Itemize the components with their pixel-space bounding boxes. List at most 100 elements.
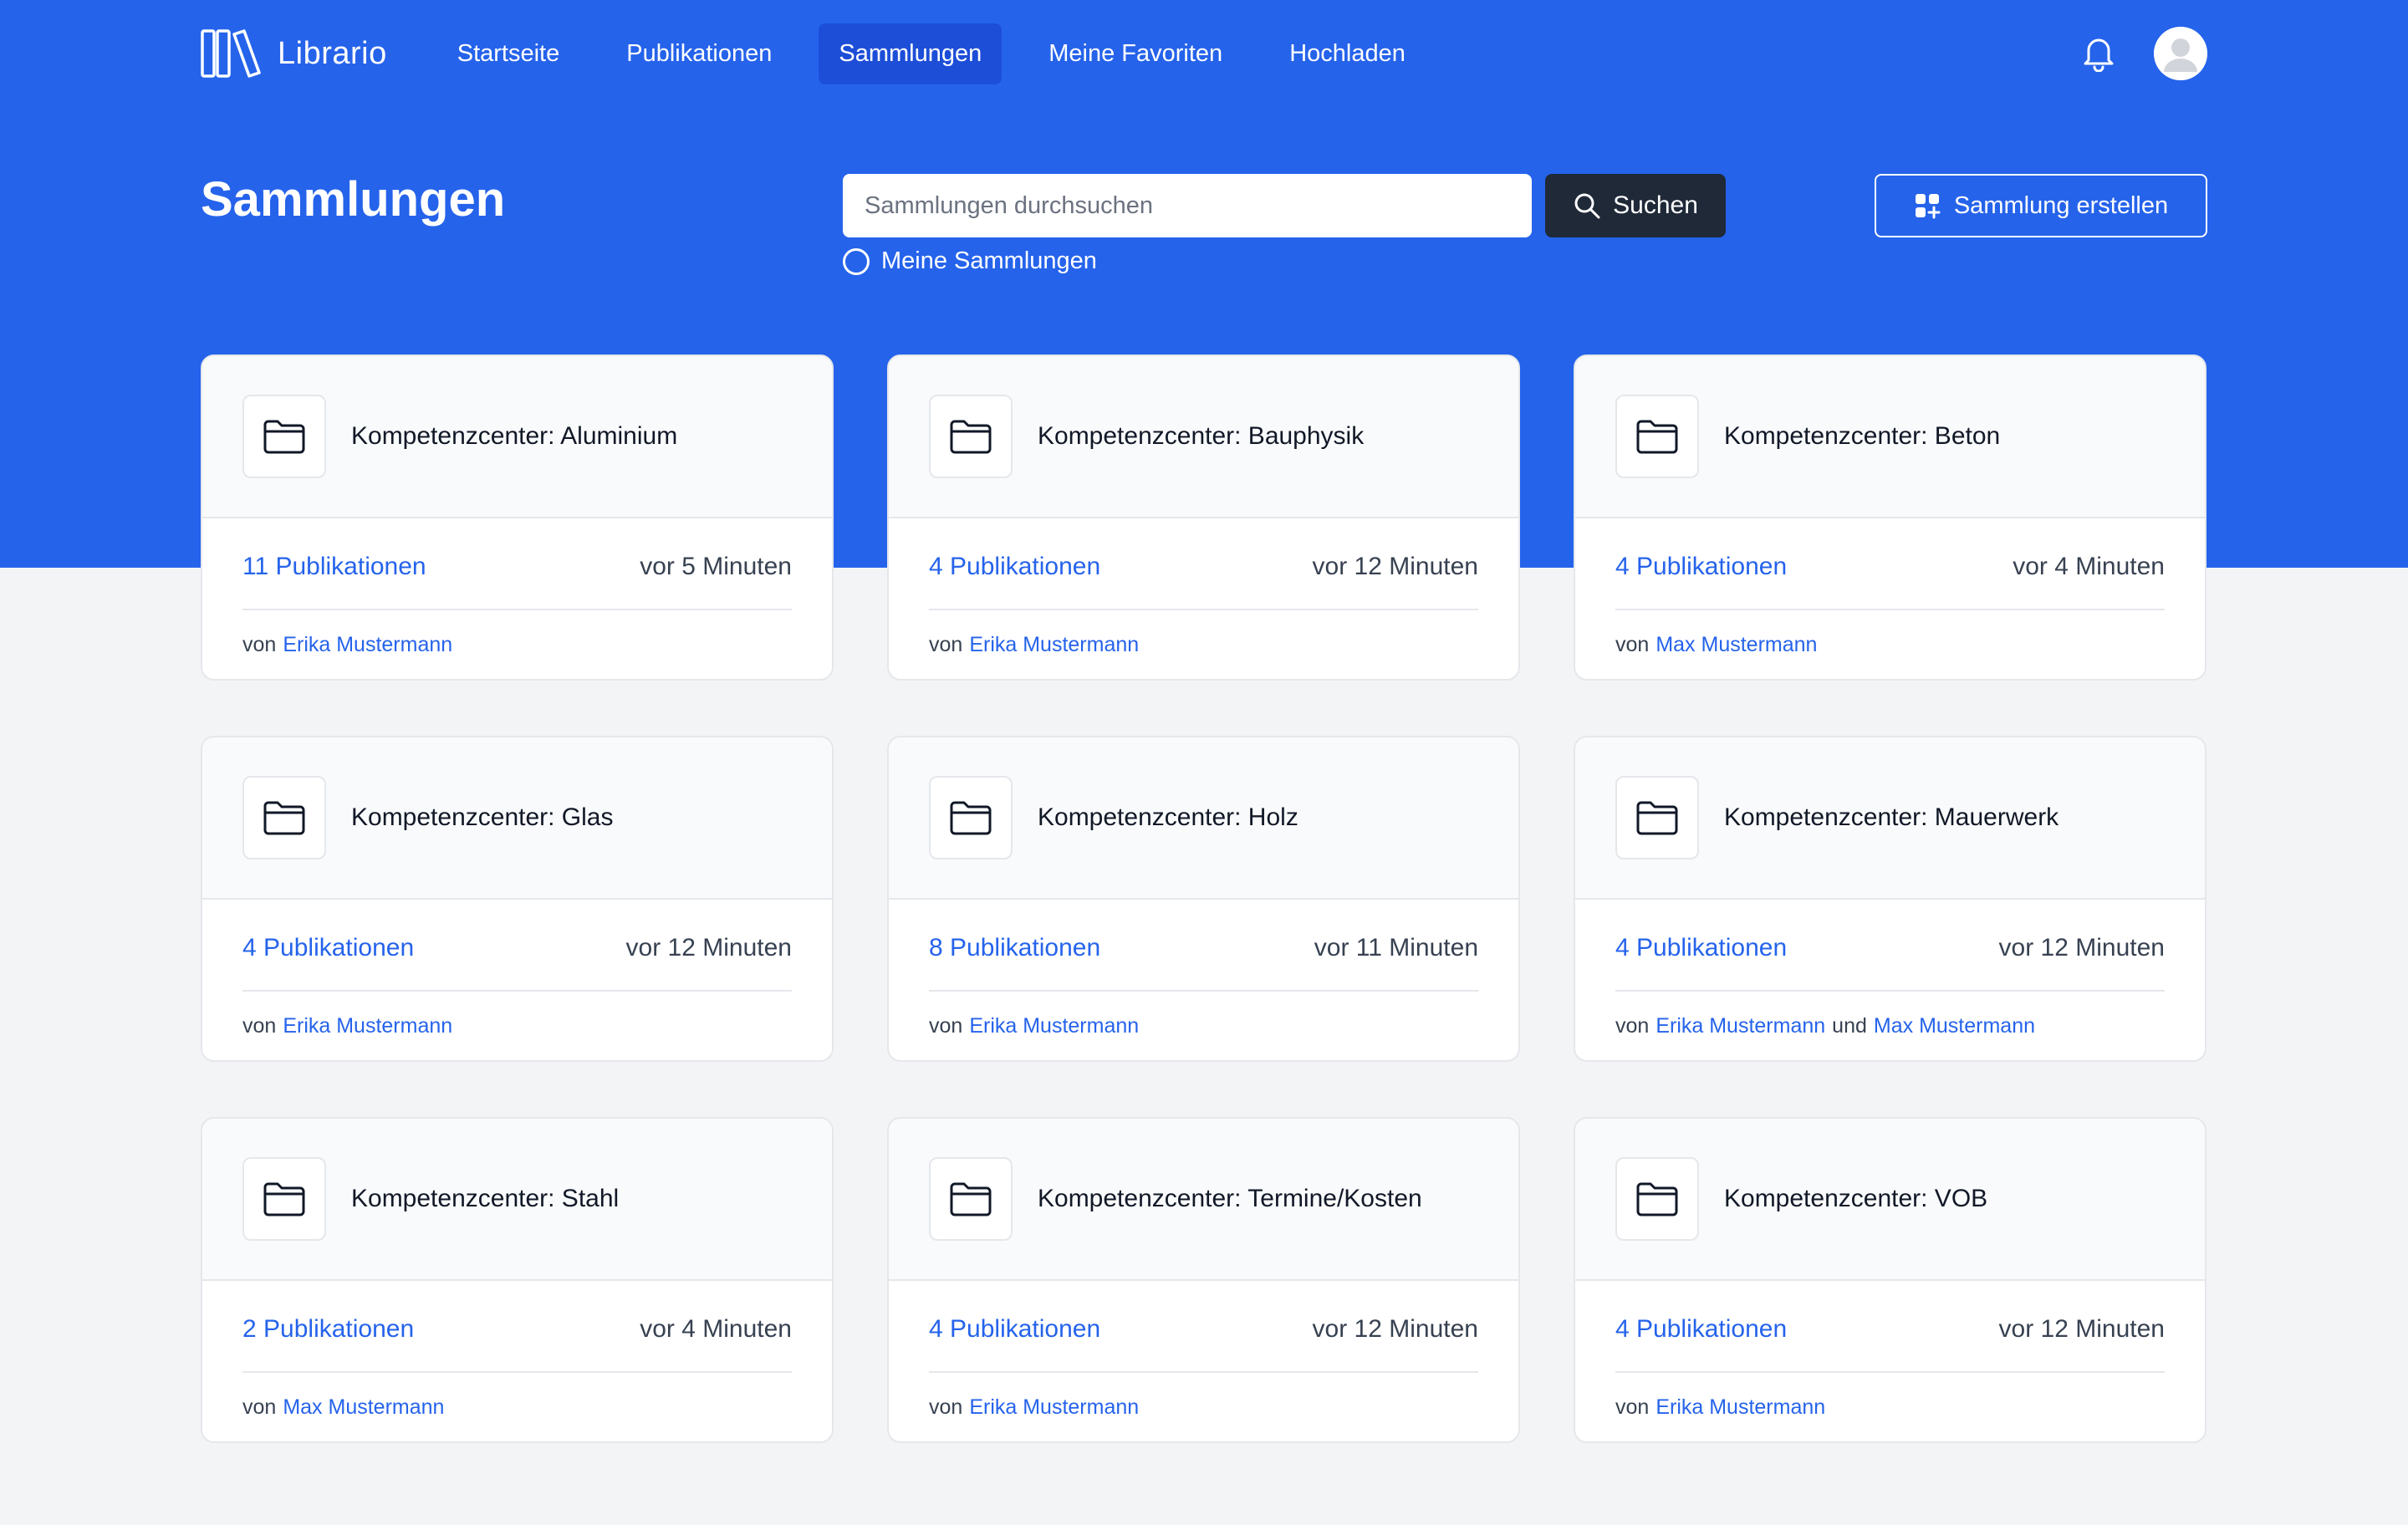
collection-title[interactable]: Kompetenzcenter: Mauerwerk	[1724, 803, 2059, 832]
card-header: Kompetenzcenter: Beton	[1575, 356, 2205, 518]
author-row: von Erika Mustermann	[242, 992, 792, 1060]
filter-label: Meine Sammlungen	[881, 247, 1097, 274]
collection-card[interactable]: Kompetenzcenter: Bauphysik 4 Publikation…	[887, 354, 1520, 681]
folder-icon	[263, 1182, 305, 1216]
bell-icon[interactable]	[2082, 35, 2115, 72]
card-body: 8 Publikationen vor 11 Minuten von Erika …	[889, 900, 1518, 1060]
brand-name: Librario	[278, 35, 387, 71]
author-link[interactable]: Erika Mustermann	[283, 633, 452, 657]
collection-title[interactable]: Kompetenzcenter: Aluminium	[351, 422, 677, 451]
updated-time: vor 12 Minuten	[1312, 553, 1478, 580]
publication-count-link[interactable]: 4 Publikationen	[242, 934, 414, 962]
card-meta-row: 4 Publikationen vor 12 Minuten	[929, 518, 1478, 610]
author-prefix: von	[1615, 632, 1650, 656]
card-meta-row: 11 Publikationen vor 5 Minuten	[242, 518, 792, 610]
nav-item-favoriten[interactable]: Meine Favoriten	[1028, 23, 1242, 84]
nav-item-hochladen[interactable]: Hochladen	[1269, 23, 1426, 84]
publication-count-link[interactable]: 4 Publikationen	[929, 553, 1100, 581]
card-header: Kompetenzcenter: Glas	[202, 737, 832, 900]
author-link[interactable]: Erika Mustermann	[969, 1395, 1139, 1420]
author-row: von Erika Mustermann	[929, 1373, 1478, 1441]
card-body: 4 Publikationen vor 12 Minuten von Erika …	[1575, 900, 2205, 1060]
library-logo-icon	[201, 29, 261, 78]
folder-icon-box	[1615, 1157, 1699, 1241]
radio-button[interactable]	[843, 247, 870, 275]
folder-icon	[263, 420, 305, 454]
author-link[interactable]: Max Mustermann	[283, 1395, 444, 1420]
nav-right-actions	[2082, 23, 2207, 84]
folder-icon-box	[929, 776, 1013, 859]
collection-title[interactable]: Kompetenzcenter: Beton	[1724, 422, 2000, 451]
author-row: von Max Mustermann	[242, 1373, 792, 1441]
author-link[interactable]: Max Mustermann	[1874, 1014, 2035, 1038]
author-prefix: von	[1615, 1013, 1650, 1038]
create-collection-button[interactable]: Sammlung erstellen	[1875, 174, 2207, 237]
card-meta-row: 4 Publikationen vor 12 Minuten	[1615, 1281, 2165, 1373]
author-link[interactable]: Max Mustermann	[1656, 633, 1817, 657]
collection-title[interactable]: Kompetenzcenter: Holz	[1038, 803, 1298, 832]
author-row: von Erika Mustermann und Max Mustermann	[1615, 992, 2165, 1060]
author-row: von Erika Mustermann	[1615, 1373, 2165, 1441]
collection-card[interactable]: Kompetenzcenter: Aluminium 11 Publikatio…	[201, 354, 834, 681]
publication-count-link[interactable]: 4 Publikationen	[1615, 553, 1787, 581]
folder-icon-box	[1615, 776, 1699, 859]
collection-card[interactable]: Kompetenzcenter: Holz 8 Publikationen vo…	[887, 736, 1520, 1062]
card-header: Kompetenzcenter: Bauphysik	[889, 356, 1518, 518]
folder-icon	[950, 1182, 992, 1216]
collection-title[interactable]: Kompetenzcenter: Bauphysik	[1038, 422, 1364, 451]
publication-count-link[interactable]: 4 Publikationen	[929, 1315, 1100, 1344]
brand-logo[interactable]: Librario	[201, 28, 387, 79]
author-link[interactable]: Erika Mustermann	[969, 1014, 1139, 1038]
folder-icon-box	[929, 395, 1013, 478]
author-link[interactable]: Erika Mustermann	[969, 633, 1139, 657]
folder-icon	[1636, 1182, 1678, 1216]
collection-title[interactable]: Kompetenzcenter: Stahl	[351, 1185, 619, 1213]
card-body: 4 Publikationen vor 12 Minuten von Erika …	[889, 518, 1518, 679]
author-link[interactable]: Erika Mustermann	[1656, 1395, 1825, 1420]
search-button[interactable]: Suchen	[1545, 174, 1726, 237]
collection-title[interactable]: Kompetenzcenter: Termine/Kosten	[1038, 1185, 1422, 1213]
author-link[interactable]: Erika Mustermann	[283, 1014, 452, 1038]
user-avatar[interactable]	[2154, 27, 2207, 80]
publication-count-link[interactable]: 4 Publikationen	[1615, 1315, 1787, 1344]
updated-time: vor 4 Minuten	[2013, 553, 2165, 580]
publication-count-link[interactable]: 2 Publikationen	[242, 1315, 414, 1344]
collection-card[interactable]: Kompetenzcenter: Beton 4 Publikationen v…	[1574, 354, 2206, 681]
card-body: 4 Publikationen vor 12 Minuten von Erika …	[1575, 1281, 2205, 1441]
card-body: 4 Publikationen vor 12 Minuten von Erika …	[202, 900, 832, 1060]
nav-item-publikationen[interactable]: Publikationen	[606, 23, 792, 84]
author-prefix: von	[242, 632, 277, 656]
publication-count-link[interactable]: 8 Publikationen	[929, 934, 1100, 962]
card-header: Kompetenzcenter: VOB	[1575, 1119, 2205, 1281]
publication-count-link[interactable]: 11 Publikationen	[242, 553, 426, 581]
updated-time: vor 12 Minuten	[625, 934, 792, 961]
author-conjunction: und	[1832, 1013, 1867, 1038]
card-meta-row: 4 Publikationen vor 4 Minuten	[1615, 518, 2165, 610]
folder-icon	[263, 801, 305, 835]
updated-time: vor 5 Minuten	[640, 553, 792, 580]
author-link[interactable]: Erika Mustermann	[1656, 1014, 1825, 1038]
collection-card[interactable]: Kompetenzcenter: VOB 4 Publikationen vor…	[1574, 1117, 2206, 1443]
card-header: Kompetenzcenter: Stahl	[202, 1119, 832, 1281]
card-body: 11 Publikationen vor 5 Minuten von Erika …	[202, 518, 832, 679]
nav-item-startseite[interactable]: Startseite	[437, 23, 580, 84]
updated-time: vor 11 Minuten	[1314, 934, 1478, 961]
search-input[interactable]	[843, 174, 1532, 237]
user-icon	[2154, 27, 2207, 80]
collection-card[interactable]: Kompetenzcenter: Termine/Kosten 4 Publik…	[887, 1117, 1520, 1443]
card-body: 4 Publikationen vor 12 Minuten von Erika …	[889, 1281, 1518, 1441]
collection-card[interactable]: Kompetenzcenter: Stahl 2 Publikationen v…	[201, 1117, 834, 1443]
collection-title[interactable]: Kompetenzcenter: Glas	[351, 803, 614, 832]
collection-title[interactable]: Kompetenzcenter: VOB	[1724, 1185, 1987, 1213]
search-icon	[1574, 193, 1600, 219]
card-header: Kompetenzcenter: Mauerwerk	[1575, 737, 2205, 900]
filter-my-collections[interactable]: Meine Sammlungen	[843, 247, 1097, 275]
collection-card[interactable]: Kompetenzcenter: Mauerwerk 4 Publikation…	[1574, 736, 2206, 1062]
nav-item-sammlungen[interactable]: Sammlungen	[819, 23, 1002, 84]
folder-icon-box	[242, 1157, 326, 1241]
publication-count-link[interactable]: 4 Publikationen	[1615, 934, 1787, 962]
collection-card[interactable]: Kompetenzcenter: Glas 4 Publikationen vo…	[201, 736, 834, 1062]
author-prefix: von	[929, 1395, 963, 1419]
folder-icon-box	[242, 776, 326, 859]
page-container: Librario Startseite Publikationen Sammlu…	[201, 0, 2207, 1525]
